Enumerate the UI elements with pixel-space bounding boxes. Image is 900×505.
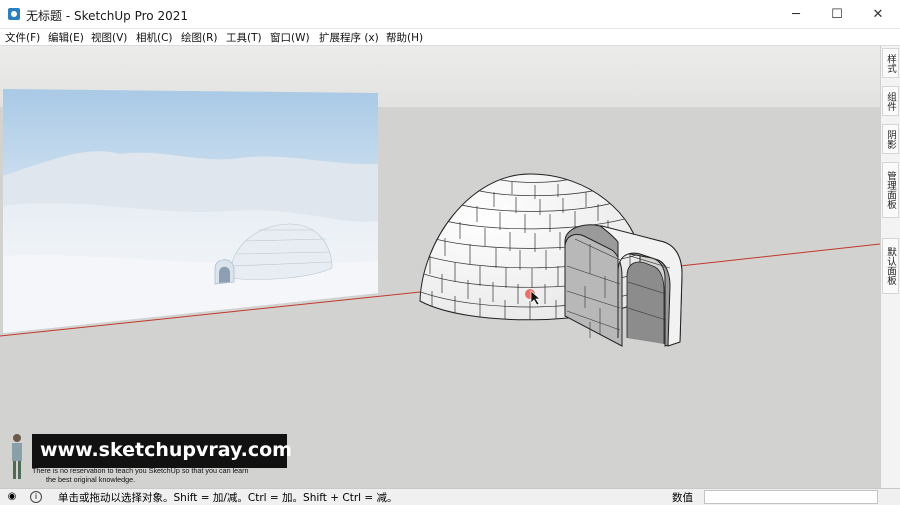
- viewport-scene: [0, 89, 880, 347]
- menu-window[interactable]: 窗口(W): [270, 30, 310, 45]
- watermark-banner: www.sketchupvray.com: [32, 434, 292, 468]
- tray-tab-styles[interactable]: 样式: [882, 48, 899, 78]
- menu-draw[interactable]: 绘图(R): [181, 30, 218, 45]
- menu-camera[interactable]: 相机(C): [136, 30, 173, 45]
- geolocation-icon[interactable]: ◉: [6, 491, 18, 503]
- mouse-cursor-icon: [530, 290, 541, 306]
- measurements-label: 数值: [672, 492, 693, 504]
- tray-tab-default[interactable]: 默认面板: [882, 238, 899, 294]
- info-icon[interactable]: i: [30, 491, 42, 503]
- close-button[interactable]: ✕: [858, 0, 898, 29]
- menu-file[interactable]: 文件(F): [5, 30, 40, 45]
- tray-tab-components[interactable]: 组件: [882, 86, 899, 116]
- watermark-subtitle: There is no reservation to teach you Ske…: [32, 466, 332, 484]
- sketchup-app-icon[interactable]: [8, 8, 20, 20]
- menu-extensions[interactable]: 扩展程序 (x): [319, 30, 379, 45]
- status-hint: 单击或拖动以选择对象。Shift = 加/减。Ctrl = 加。Shift + …: [58, 492, 398, 504]
- presenter-figure-icon: [12, 434, 22, 479]
- window-title: 无标题 - SketchUp Pro 2021: [26, 9, 188, 23]
- status-bar: ◉ i 单击或拖动以选择对象。Shift = 加/减。Ctrl = 加。Shif…: [0, 488, 900, 505]
- menu-tools[interactable]: 工具(T): [226, 30, 262, 45]
- red-axis-line-right: [679, 243, 880, 267]
- title-bar: 无标题 - SketchUp Pro 2021 ─ ☐ ✕: [0, 0, 900, 29]
- measurements-input[interactable]: [704, 490, 878, 504]
- menu-help[interactable]: 帮助(H): [386, 30, 423, 45]
- tray-tab-shadows[interactable]: 阴影: [882, 124, 899, 154]
- igloo-3d-model: [419, 173, 683, 347]
- menu-edit[interactable]: 编辑(E): [48, 30, 84, 45]
- default-tray: 样式 组件 阴影 管理面板 默认面板: [880, 46, 900, 488]
- menu-bar: 文件(F) 编辑(E) 视图(V) 相机(C) 绘图(R) 工具(T) 窗口(W…: [0, 29, 900, 46]
- tray-tab-manage[interactable]: 管理面板: [882, 162, 899, 218]
- maximize-button[interactable]: ☐: [817, 0, 857, 29]
- minimize-button[interactable]: ─: [776, 0, 816, 29]
- watermark-url: www.sketchupvray.com: [40, 439, 292, 461]
- watermark-line-2: the best original knowledge.: [46, 474, 136, 484]
- model-viewport[interactable]: [0, 46, 880, 488]
- igloo-photo-panel: [3, 89, 378, 333]
- menu-view[interactable]: 视图(V): [91, 30, 127, 45]
